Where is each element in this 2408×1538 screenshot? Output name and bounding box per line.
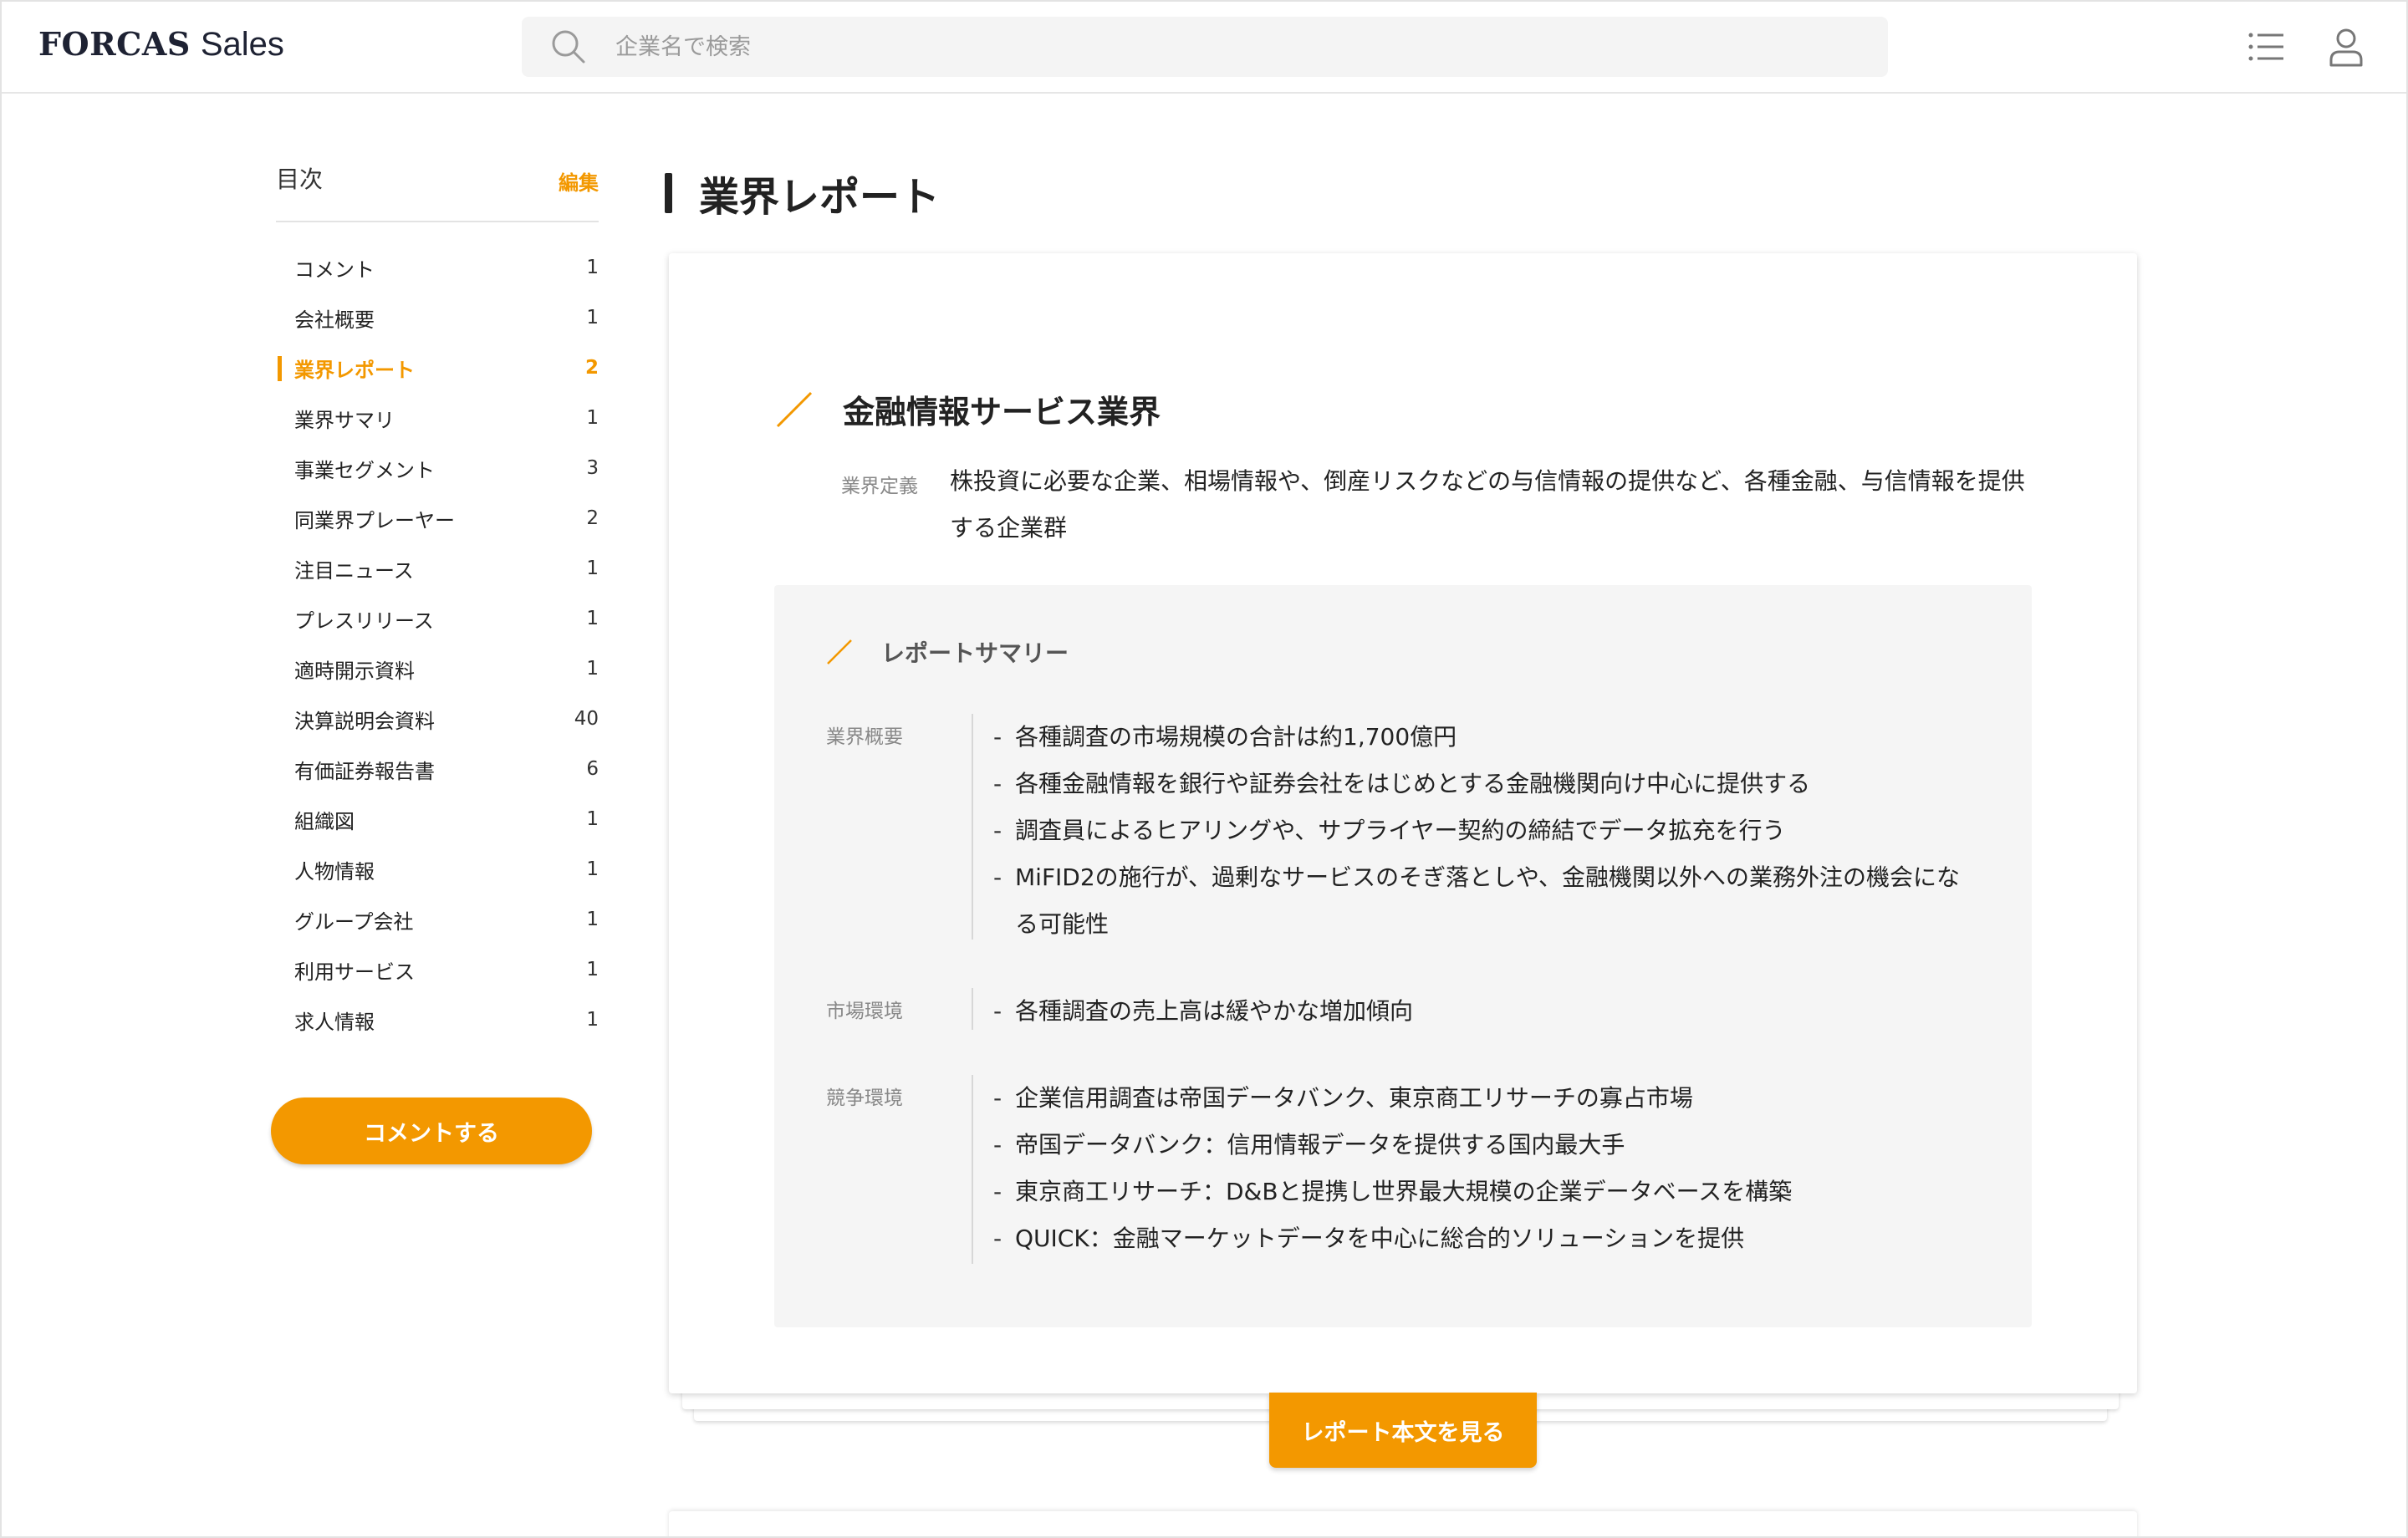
toc-item-count: 1: [586, 858, 599, 880]
summary-group-label: 市場環境: [826, 1001, 903, 1022]
toc-header: 目次 編集: [276, 159, 599, 197]
report-summary-panel: レポートサマリー 業界概要 各種調査の市場規模の合計は約1,700億円 各種金融…: [774, 585, 2032, 1327]
toc-item-count: 1: [586, 909, 599, 930]
toc-item[interactable]: コメント 1: [276, 242, 599, 293]
toc-item[interactable]: 事業セグメント 3: [276, 443, 599, 493]
title-accent-bar: [665, 173, 672, 213]
toc-item-count: 2: [586, 507, 599, 529]
toc-item[interactable]: 人物情報 1: [276, 844, 599, 894]
toc-item-count: 1: [586, 257, 599, 278]
summary-group-label: 業界概要: [826, 726, 903, 748]
toc-item[interactable]: 会社概要 1: [276, 293, 599, 343]
summary-item: 帝国データバンク：信用情報データを提供する国内最大手: [993, 1122, 1975, 1169]
user-icon[interactable]: [2323, 23, 2370, 70]
toc-item-label: 適時開示資料: [294, 659, 415, 683]
toc-sidebar: 目次 編集 コメント 1 会社概要 1 業界レポート 2 業界サマリ 1 事業セグメント 3 同業界…: [276, 159, 599, 1045]
toc-list: コメント 1 会社概要 1 業界レポート 2 業界サマリ 1 事業セグメント 3 同業界プレーヤー 2…: [276, 242, 599, 1045]
summary-item: 各種調査の売上高は緩やかな増加傾向: [993, 988, 1975, 1035]
toc-item-label: 決算説明会資料: [294, 709, 435, 733]
toc-edit-link[interactable]: 編集: [559, 166, 599, 196]
toc-item-count: 3: [586, 457, 599, 479]
summary-group-list: 各種調査の売上高は緩やかな増加傾向: [972, 988, 1975, 1035]
brand-name-light: Sales: [200, 26, 284, 63]
toc-item-label: グループ会社: [294, 909, 414, 934]
toc-item-count: 1: [586, 407, 599, 429]
industry-heading: 金融情報サービス業界: [774, 386, 1161, 432]
toc-item-count: 1: [586, 1009, 599, 1031]
definition-text: 株投資に必要な企業、相場情報や、倒産リスクなどの与信情報の提供など、各種金融、与…: [950, 467, 2025, 542]
page-title: 業界レポート: [699, 174, 941, 221]
toc-item-label: 業界サマリ: [294, 408, 395, 432]
list-icon[interactable]: [2243, 23, 2290, 70]
summary-heading: レポートサマリー: [826, 635, 1069, 669]
toc-item[interactable]: 適時開示資料 1: [276, 644, 599, 694]
toc-item-label: 求人情報: [294, 1010, 375, 1034]
toc-item[interactable]: 求人情報 1: [276, 995, 599, 1045]
definition-label: 業界定義: [841, 476, 918, 497]
app-header: FORCAS Sales: [0, 0, 2408, 94]
toc-item-label: プレスリリース: [294, 609, 434, 633]
toc-divider: [276, 221, 599, 222]
toc-item-count: 6: [586, 758, 599, 780]
view-report-button[interactable]: レポート本文を見る: [1269, 1393, 1537, 1468]
toc-item-label: コメント: [294, 257, 375, 282]
toc-item[interactable]: プレスリリース 1: [276, 593, 599, 644]
toc-item-label: 注目ニュース: [294, 558, 414, 583]
toc-item-label: 利用サービス: [294, 960, 415, 984]
slash-accent-icon: [776, 391, 813, 427]
next-report-card: [669, 1511, 2137, 1538]
toc-item-count: 40: [574, 708, 599, 730]
summary-item: 各種金融情報を銀行や証券会社をはじめとする金融機関向け中心に提供する: [993, 761, 1975, 807]
toc-item[interactable]: 同業界プレーヤー 2: [276, 493, 599, 543]
summary-item: QUICK：金融マーケットデータを中心に総合的ソリューションを提供: [993, 1215, 1975, 1262]
summary-group-list: 企業信用調査は帝国データバンク、東京商工リサーチの寡占市場 帝国データバンク：信…: [972, 1075, 1975, 1264]
slash-accent-icon: [827, 639, 852, 665]
toc-item-count: 1: [586, 307, 599, 328]
summary-item: MiFID2の施行が、過剰なサービスのそぎ落としや、金融機関以外への業務外注の機…: [993, 854, 1975, 948]
summary-title: レポートサマリー: [881, 639, 1069, 667]
toc-item-count: 1: [586, 608, 599, 629]
brand-logo[interactable]: FORCAS Sales: [38, 25, 284, 69]
toc-title: 目次: [276, 166, 324, 193]
toc-item[interactable]: 組織図 1: [276, 794, 599, 844]
search-icon: [552, 30, 585, 64]
search-bar[interactable]: [522, 17, 1888, 77]
toc-item[interactable]: 決算説明会資料 40: [276, 694, 599, 744]
toc-item[interactable]: 業界レポート 2: [276, 343, 599, 393]
industry-title: 金融情報サービス業界: [843, 394, 1161, 430]
toc-item[interactable]: 業界サマリ 1: [276, 393, 599, 443]
toc-item-label: 人物情報: [294, 859, 375, 884]
toc-item-label: 組織図: [294, 809, 355, 833]
toc-item[interactable]: 利用サービス 1: [276, 945, 599, 995]
toc-item-label: 事業セグメント: [294, 458, 435, 482]
toc-item-count: 1: [586, 658, 599, 680]
toc-item[interactable]: グループ会社 1: [276, 894, 599, 945]
toc-item-label: 有価証券報告書: [294, 759, 435, 783]
summary-item: 各種調査の市場規模の合計は約1,700億円: [993, 714, 1975, 761]
page-title-block: 業界レポート: [665, 164, 940, 222]
toc-item-count: 1: [586, 959, 599, 980]
toc-item-label: 業界レポート: [294, 358, 415, 382]
summary-item: 調査員によるヒアリングや、サプライヤー契約の締結でデータ拡充を行う: [993, 807, 1975, 854]
toc-item-count: 2: [584, 357, 599, 379]
search-input[interactable]: [615, 33, 1786, 60]
summary-item: 企業信用調査は帝国データバンク、東京商工リサーチの寡占市場: [993, 1075, 1975, 1122]
toc-item[interactable]: 注目ニュース 1: [276, 543, 599, 593]
summary-group-list: 各種調査の市場規模の合計は約1,700億円 各種金融情報を銀行や証券会社をはじめ…: [972, 714, 1975, 940]
toc-item-label: 同業界プレーヤー: [294, 508, 455, 532]
summary-group-label: 競争環境: [826, 1087, 903, 1109]
toc-item-count: 1: [586, 558, 599, 579]
toc-item-count: 1: [586, 808, 599, 830]
summary-item: 東京商工リサーチ：D&Bと提携し世界最大規模の企業データベースを構築: [993, 1169, 1975, 1215]
toc-item-label: 会社概要: [294, 308, 375, 332]
comment-button[interactable]: コメントする: [271, 1097, 592, 1164]
brand-name-strong: FORCAS: [38, 25, 191, 63]
toc-item[interactable]: 有価証券報告書 6: [276, 744, 599, 794]
